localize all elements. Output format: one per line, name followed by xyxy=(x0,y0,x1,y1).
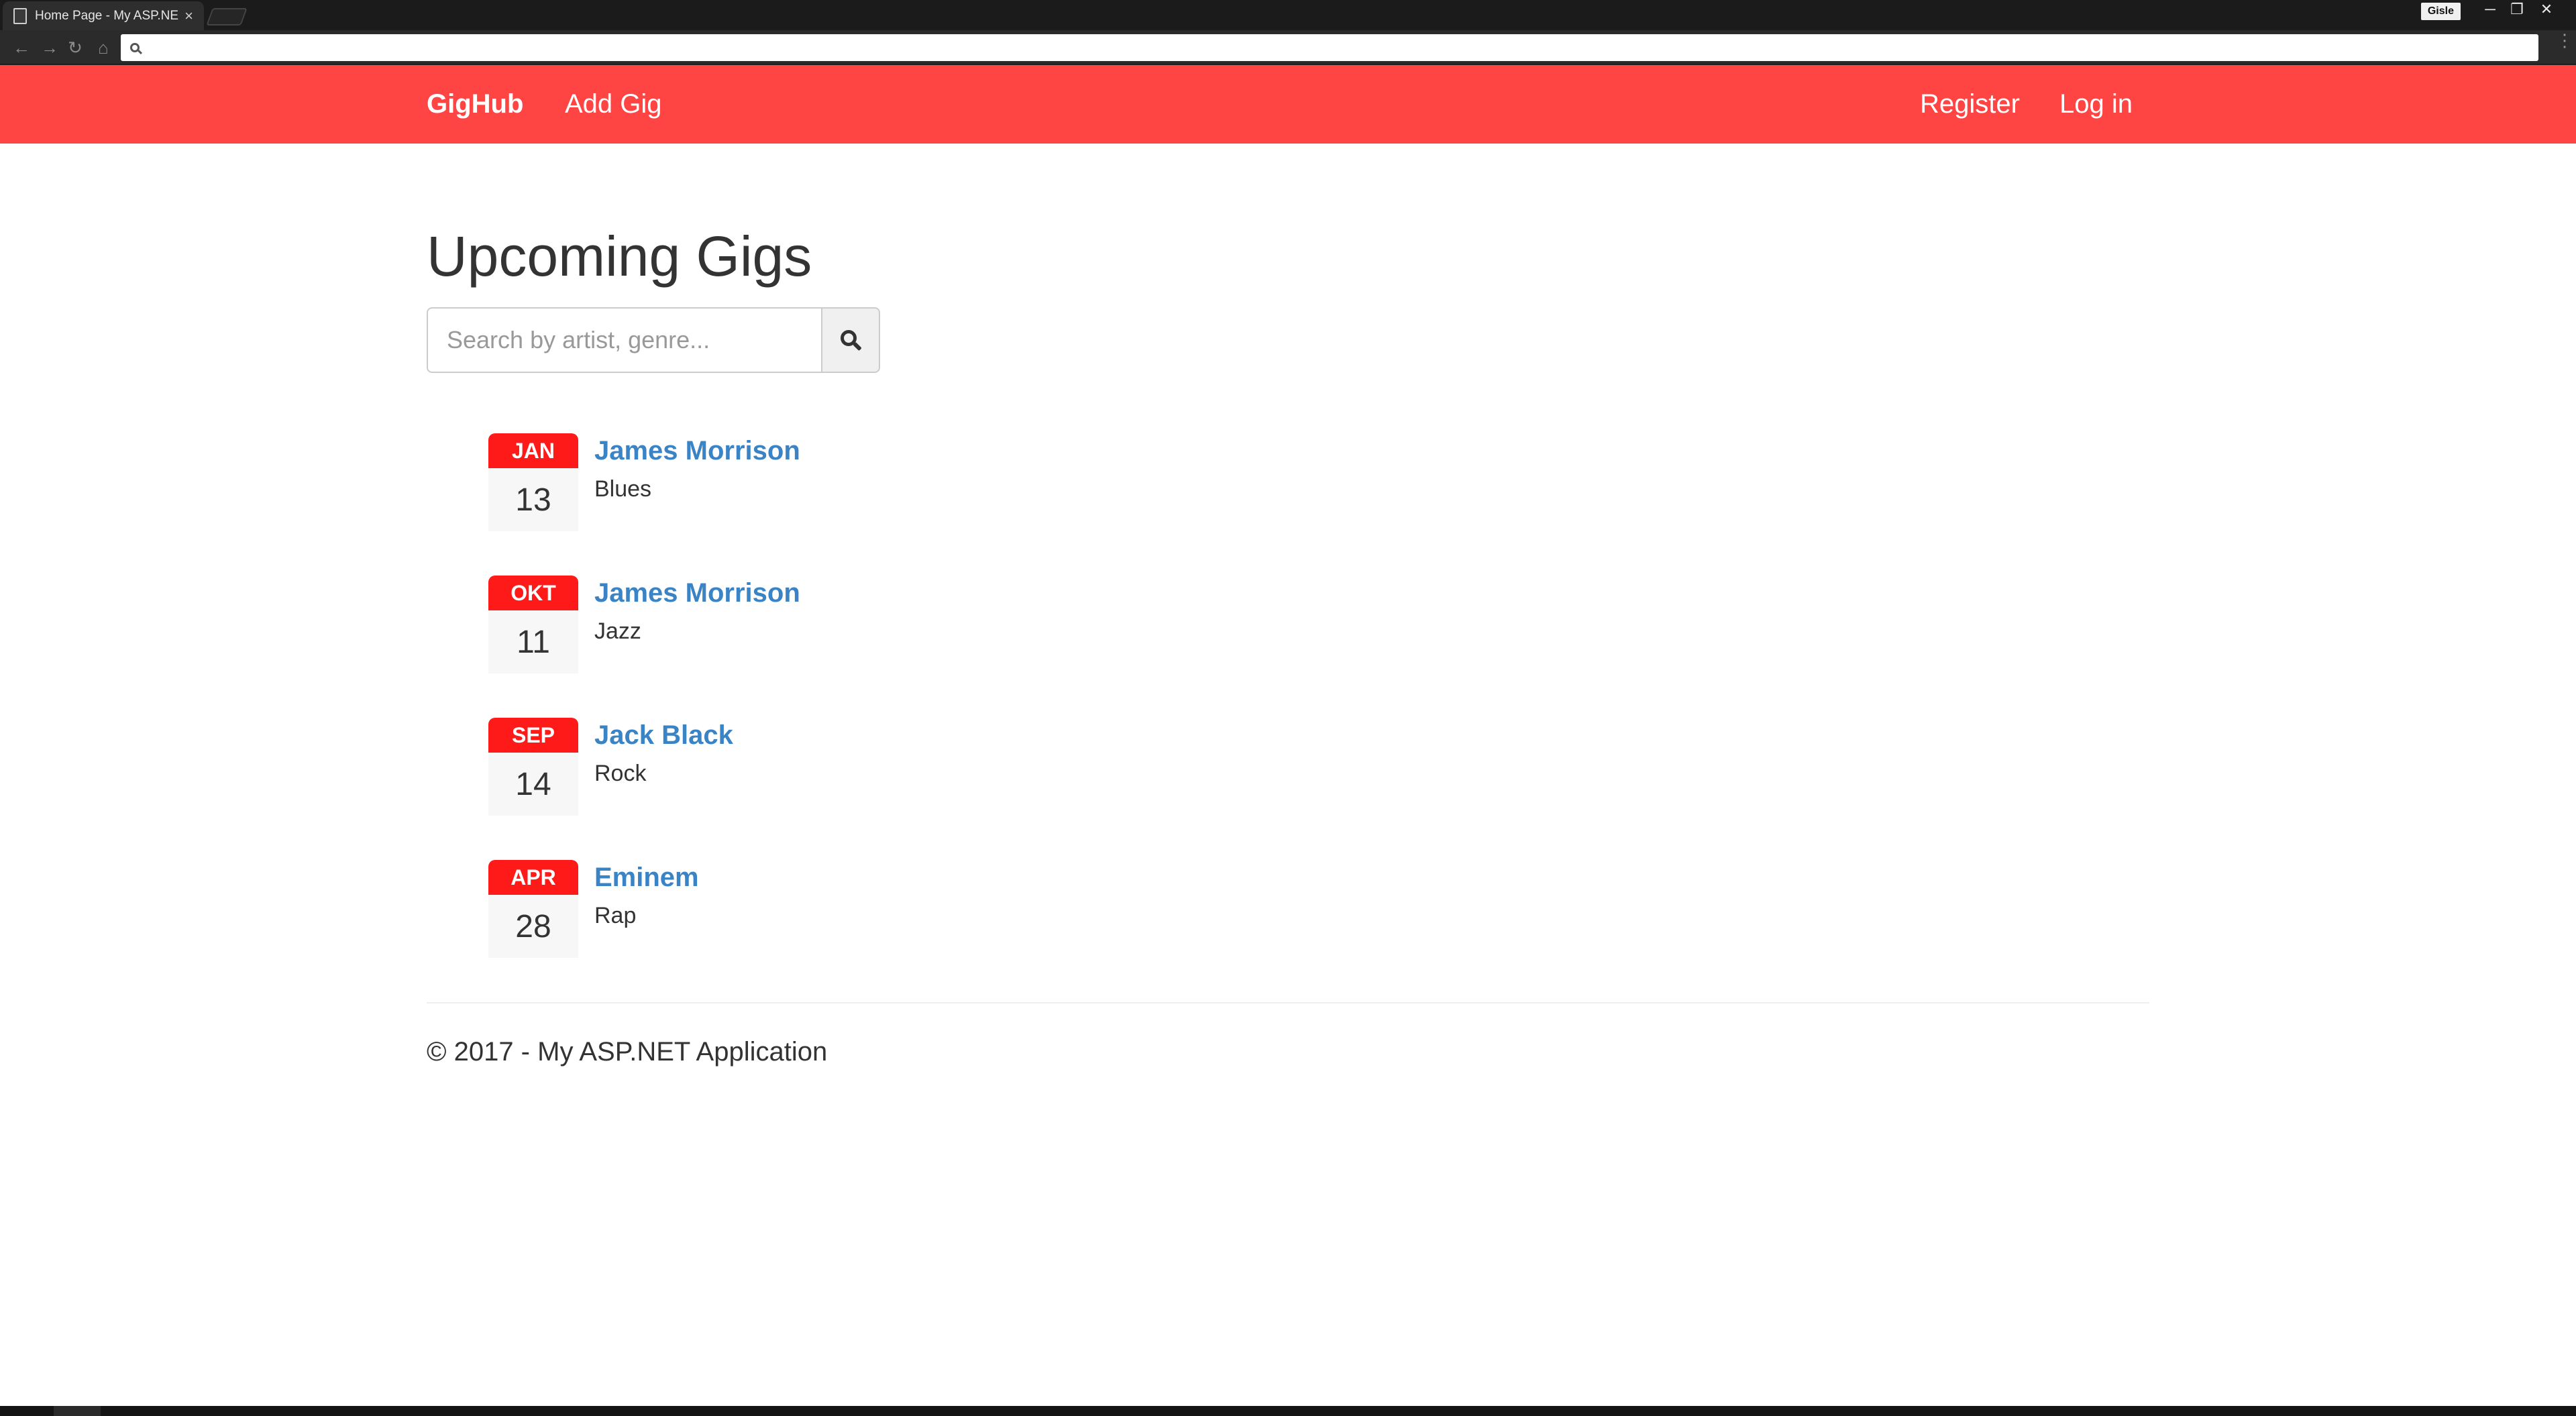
search-icon xyxy=(130,43,140,52)
gig-month: APR xyxy=(488,860,578,895)
gig-day: 14 xyxy=(488,753,578,816)
url-input[interactable] xyxy=(148,39,2538,56)
search-icon xyxy=(841,330,857,346)
browser-menu-icon[interactable]: ⋮ xyxy=(2556,32,2573,58)
home-icon[interactable]: ⌂ xyxy=(91,36,115,60)
footer-copyright: © 2017 - My ASP.NET Application xyxy=(427,1037,828,1067)
page-icon xyxy=(13,7,27,24)
close-window-icon[interactable]: ✕ xyxy=(2533,0,2560,19)
taskbar-item[interactable] xyxy=(54,1406,101,1416)
gig-date-badge: JAN 13 xyxy=(488,433,578,531)
gig-genre: Rock xyxy=(594,761,647,786)
gig-month: JAN xyxy=(488,433,578,468)
gig-item: JAN 13 James Morrison Blues xyxy=(488,433,1025,531)
tab-close-icon[interactable]: × xyxy=(184,7,193,25)
page-title: Upcoming Gigs xyxy=(427,225,812,288)
gig-month: SEP xyxy=(488,718,578,753)
maximize-icon[interactable]: ❐ xyxy=(2504,0,2530,19)
gig-item: OKT 11 James Morrison Jazz xyxy=(488,576,1025,673)
gig-date-badge: SEP 14 xyxy=(488,718,578,816)
login-link[interactable]: Log in xyxy=(2059,65,2133,144)
gig-date-badge: OKT 11 xyxy=(488,576,578,673)
gig-day: 13 xyxy=(488,468,578,531)
gig-artist-link[interactable]: Jack Black xyxy=(594,720,733,751)
add-gig-link[interactable]: Add Gig xyxy=(565,65,662,144)
gig-genre: Jazz xyxy=(594,618,641,644)
gig-artist-link[interactable]: James Morrison xyxy=(594,578,800,608)
gig-item: SEP 14 Jack Black Rock xyxy=(488,718,1025,816)
site-navbar: GigHub Add Gig Register Log in xyxy=(0,65,2576,144)
new-tab-button[interactable] xyxy=(206,8,248,25)
search-group xyxy=(427,307,880,373)
gig-genre: Rap xyxy=(594,903,637,928)
profile-button[interactable]: Gisle xyxy=(2420,3,2461,20)
gig-day: 11 xyxy=(488,610,578,673)
gig-month: OKT xyxy=(488,576,578,610)
footer-divider xyxy=(427,1002,2149,1003)
gig-artist-link[interactable]: James Morrison xyxy=(594,436,800,466)
address-bar[interactable] xyxy=(121,34,2538,61)
forward-arrow-icon[interactable]: → xyxy=(38,36,62,60)
taskbar xyxy=(0,1406,2576,1416)
browser-tabstrip: Home Page - My ASP.NE × Gisle ─ ❐ ✕ xyxy=(0,0,2576,30)
search-button[interactable] xyxy=(821,307,880,373)
tab-title: Home Page - My ASP.NE xyxy=(35,8,179,23)
browser-tab[interactable]: Home Page - My ASP.NE × xyxy=(3,1,204,30)
gig-date-badge: APR 28 xyxy=(488,860,578,958)
gig-item: APR 28 Eminem Rap xyxy=(488,860,1025,958)
gig-genre: Blues xyxy=(594,476,652,502)
gig-artist-link[interactable]: Eminem xyxy=(594,863,699,893)
reload-icon[interactable]: ↻ xyxy=(63,36,87,60)
minimize-icon[interactable]: ─ xyxy=(2477,0,2504,19)
brand-link[interactable]: GigHub xyxy=(427,65,523,144)
register-link[interactable]: Register xyxy=(1920,65,2020,144)
gig-day: 28 xyxy=(488,895,578,958)
search-input[interactable] xyxy=(427,307,821,373)
browser-toolbar: ← → ↻ ⌂ ⋮ xyxy=(0,30,2576,65)
back-arrow-icon[interactable]: ← xyxy=(9,36,34,60)
